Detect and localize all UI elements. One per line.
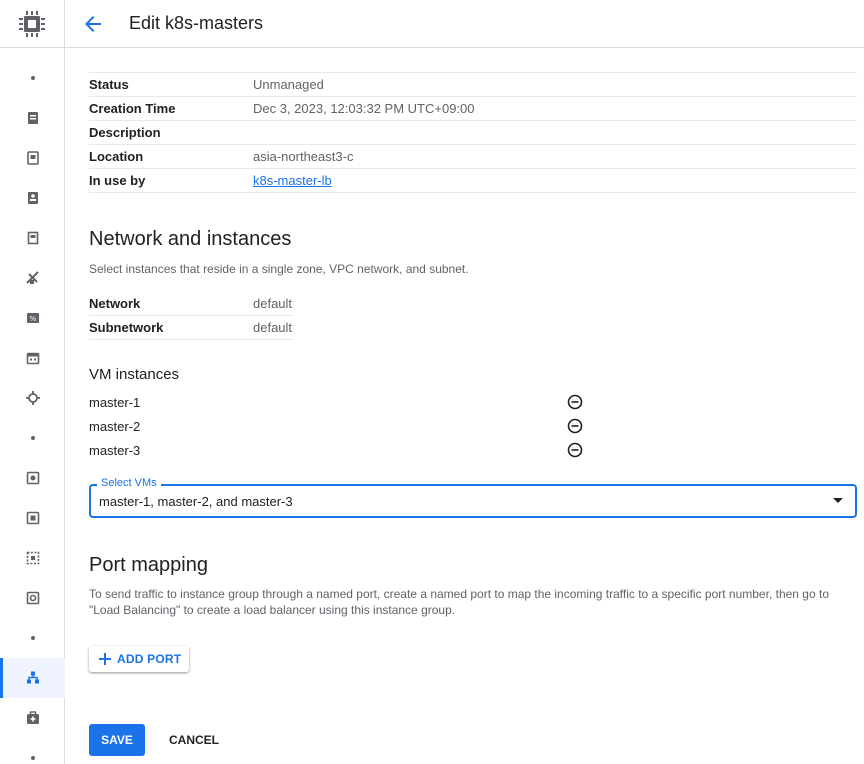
details-table: Status Unmanaged Creation Time Dec 3, 2023,…: [89, 72, 857, 193]
rail-item-tpu[interactable]: [0, 258, 65, 298]
vm-instance-name: master-1: [89, 394, 141, 410]
network-row: Subnetwork default: [89, 316, 293, 340]
details-key: Description: [89, 125, 161, 140]
instance-template-icon: [26, 151, 39, 165]
rail-item-snapshot[interactable]: [0, 498, 65, 538]
port-mapping-title: Port mapping: [89, 554, 208, 576]
vm-instance-name: master-2: [89, 418, 141, 434]
rail-separator-dot: [0, 58, 65, 98]
sole-tenant-icon: [27, 192, 38, 204]
add-port-label: ADD PORT: [117, 652, 182, 666]
storage-pool-icon: [26, 591, 39, 605]
details-row: Location asia-northeast3-c: [89, 145, 857, 169]
left-nav-rail: %: [0, 0, 65, 764]
add-port-button[interactable]: ADD PORT: [89, 646, 190, 672]
remove-circle-icon[interactable]: [567, 418, 583, 434]
tpu-icon: [25, 271, 39, 284]
network-table: Network default Subnetwork default: [89, 292, 293, 340]
instance-groups-icon: [26, 671, 39, 684]
remove-circle-icon[interactable]: [567, 442, 583, 458]
network-value: default: [253, 296, 293, 311]
instance-icon: [27, 112, 38, 124]
port-mapping-description: To send traffic to instance group throug…: [89, 587, 829, 617]
network-value: default: [253, 320, 293, 335]
page-header: Edit k8s-masters: [65, 0, 864, 48]
rail-item-health-checks[interactable]: [0, 698, 65, 738]
select-vms-dropdown[interactable]: Select VMs master-1, master-2, and maste…: [89, 477, 857, 518]
select-vms-label: Select VMs: [97, 477, 161, 489]
rail-item-instance[interactable]: [0, 98, 65, 138]
details-value: asia-northeast3-c: [253, 149, 354, 164]
rail-item-sole-tenant[interactable]: [0, 178, 65, 218]
migrate-icon: [25, 391, 40, 405]
page-title: Edit k8s-masters: [129, 13, 264, 33]
rail-divider: [0, 47, 65, 48]
dot-icon: [30, 76, 35, 80]
rail-item-committed-use[interactable]: %: [0, 298, 65, 338]
dropdown-arrow-icon: [833, 498, 843, 503]
details-key: Location: [89, 149, 144, 164]
network-section-title: Network and instances: [89, 228, 292, 250]
compute-engine-logo-icon[interactable]: [16, 8, 48, 40]
back-arrow-icon[interactable]: [73, 4, 113, 44]
vm-instances-title: VM instances: [89, 366, 180, 383]
dot-icon: [30, 436, 35, 440]
committed-use-icon: %: [26, 313, 39, 323]
plus-icon: [99, 653, 111, 665]
rail-item-instance-template[interactable]: [0, 138, 65, 178]
dot-icon: [30, 756, 35, 760]
in-use-by-link[interactable]: k8s-master-lb: [253, 173, 332, 188]
details-row: Creation Time Dec 3, 2023, 12:03:32 PM UT…: [89, 97, 857, 121]
details-row: Description: [89, 121, 857, 145]
disk-icon: [26, 471, 39, 485]
rail-separator-dot: [0, 418, 65, 458]
rail-item-instance-groups[interactable]: [0, 658, 65, 698]
dot-icon: [30, 636, 35, 640]
details-key: Creation Time: [89, 101, 176, 116]
details-key: In use by: [89, 173, 146, 188]
rail-separator-dot: [0, 738, 65, 764]
network-key: Network: [89, 296, 141, 311]
details-row: In use by k8s-master-lb: [89, 169, 857, 193]
edit-form: Status Unmanaged Creation Time Dec 3, 2023,…: [89, 72, 857, 756]
rail-separator-dot: [0, 618, 65, 658]
select-vms-value: master-1, master-2, and master-3: [99, 494, 293, 509]
details-key: Status: [89, 77, 129, 92]
vm-instance-list: master-1 master-2 master-3: [89, 390, 857, 462]
rail-item-disk[interactable]: [0, 458, 65, 498]
images-icon: [26, 551, 39, 565]
vm-instance-row: master-1: [89, 390, 857, 414]
rail-item-storage-pool[interactable]: [0, 578, 65, 618]
details-value: Dec 3, 2023, 12:03:32 PM UTC+09:00: [253, 101, 475, 116]
details-row: Status Unmanaged: [89, 73, 857, 97]
rail-item-images[interactable]: [0, 538, 65, 578]
reservations-icon: [26, 352, 39, 365]
vm-instance-row: master-2: [89, 414, 857, 438]
network-section-description: Select instances that reside in a single…: [89, 262, 469, 276]
health-checks-icon: [26, 711, 39, 724]
snapshot-icon: [26, 511, 39, 525]
vm-instance-name: master-3: [89, 442, 141, 458]
details-value: k8s-master-lb: [253, 173, 332, 188]
svg-text:%: %: [29, 315, 36, 323]
vm-instance-row: master-3: [89, 438, 857, 462]
machine-image-icon: [27, 231, 38, 245]
rail-item-reservations[interactable]: [0, 338, 65, 378]
rail-item-migrate[interactable]: [0, 378, 65, 418]
network-key: Subnetwork: [89, 320, 164, 335]
save-button[interactable]: SAVE: [89, 724, 145, 756]
network-row: Network default: [89, 292, 293, 316]
rail-item-machine-image[interactable]: [0, 218, 65, 258]
details-value: Unmanaged: [253, 77, 324, 92]
cancel-button[interactable]: CANCEL: [157, 724, 231, 756]
remove-circle-icon[interactable]: [567, 394, 583, 410]
